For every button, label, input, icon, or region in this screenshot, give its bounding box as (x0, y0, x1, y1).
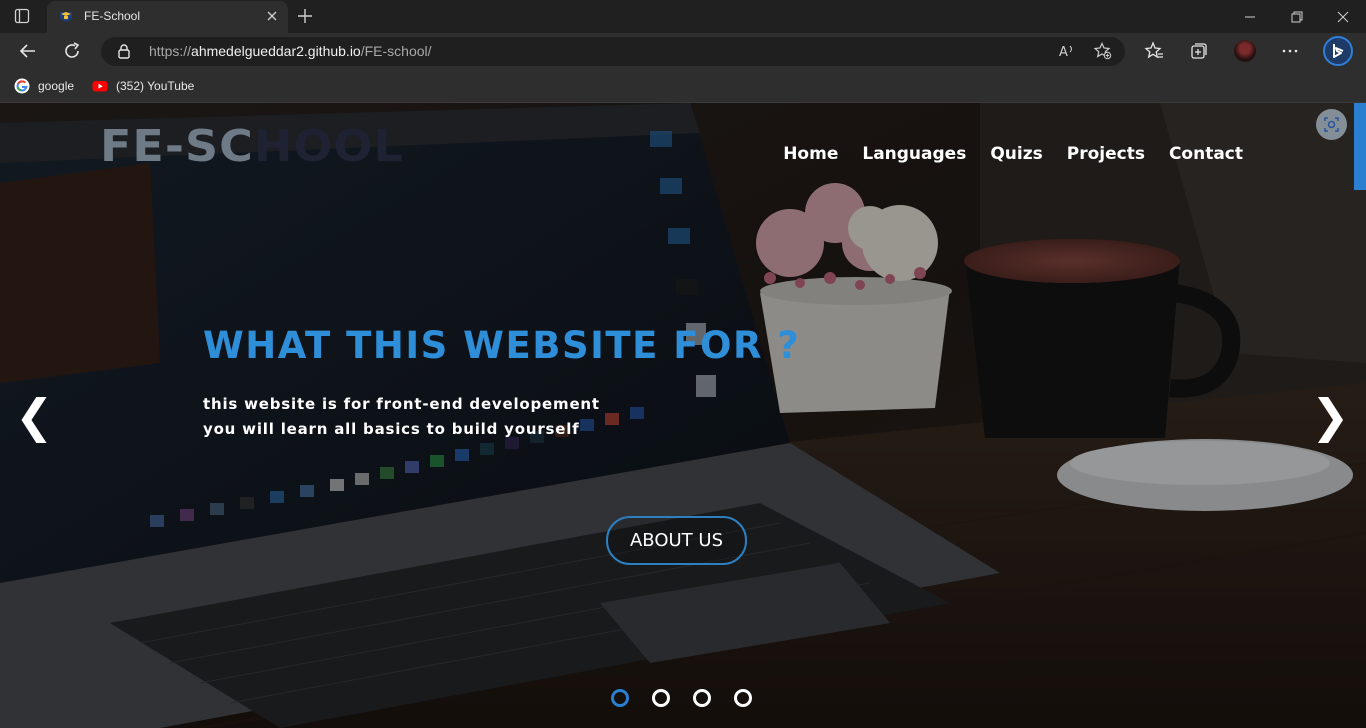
back-arrow-icon[interactable] (18, 41, 38, 61)
bookmark-google[interactable]: google (14, 77, 74, 95)
address-bar[interactable]: https://ahmedelgueddar2.github.io/FE-sch… (101, 37, 1125, 66)
youtube-icon (92, 81, 108, 92)
browser-tab-active[interactable]: FE-School (47, 1, 288, 33)
profile-avatar[interactable] (1234, 40, 1256, 62)
main-nav: Home Languages Quizs Projects Contact (783, 144, 1243, 164)
carousel-dot[interactable] (652, 689, 670, 707)
browser-tab-bar: FE-School (0, 0, 1366, 33)
bookmark-label: google (38, 79, 75, 93)
new-tab-icon[interactable] (296, 7, 314, 25)
tab-actions-icon[interactable] (14, 8, 30, 24)
add-favorite-icon[interactable] (1094, 42, 1112, 60)
browser-toolbar: https://ahmedelgueddar2.github.io/FE-sch… (0, 33, 1366, 70)
nav-projects[interactable]: Projects (1067, 144, 1145, 164)
refresh-icon[interactable] (62, 41, 82, 61)
hero-title: WHAT THIS WEBSITE FOR ? (203, 324, 801, 367)
background-overlay (0, 103, 1366, 728)
url-path: /FE-school/ (360, 43, 432, 59)
logo-part-1: FE-SC (100, 120, 254, 172)
google-icon (14, 78, 30, 94)
restore-icon[interactable] (1289, 9, 1305, 25)
carousel-dot[interactable] (693, 689, 711, 707)
visual-search-icon (1324, 117, 1339, 132)
tab-title: FE-School (84, 9, 141, 23)
favorites-icon[interactable] (1144, 41, 1164, 61)
close-window-icon[interactable] (1335, 9, 1351, 25)
hero-text-line-1: this website is for front-end developeme… (203, 395, 600, 413)
more-options-icon[interactable] (1280, 41, 1300, 61)
page-scrollbar[interactable] (1354, 103, 1366, 728)
nav-languages[interactable]: Languages (862, 144, 966, 164)
url-host: ahmedelgueddar2.github.io (191, 43, 361, 59)
nav-home[interactable]: Home (783, 144, 838, 164)
url-text[interactable]: https://ahmedelgueddar2.github.io/FE-sch… (149, 43, 432, 59)
svg-text:A: A (1059, 45, 1068, 60)
carousel-dot[interactable] (611, 689, 629, 707)
carousel-next-arrow[interactable]: ❯ (1311, 393, 1350, 439)
carousel-dot[interactable] (734, 689, 752, 707)
page-viewport: FE-SCHOOL Home Languages Quizs Projects … (0, 103, 1366, 728)
bing-icon (1333, 44, 1344, 58)
nav-quizs[interactable]: Quizs (990, 144, 1042, 164)
collections-icon[interactable] (1189, 41, 1209, 61)
read-aloud-icon[interactable]: A (1058, 42, 1076, 60)
logo-part-2: HOOL (253, 120, 404, 172)
carousel-prev-arrow[interactable]: ❮ (15, 393, 54, 439)
bookmark-label: (352) YouTube (116, 79, 195, 93)
scrollbar-thumb[interactable] (1354, 103, 1366, 190)
hero-text-line-2: you will learn all basics to build yours… (203, 420, 580, 438)
close-tab-icon[interactable] (265, 9, 279, 23)
carousel-indicators (611, 689, 752, 707)
bookmark-youtube[interactable]: (352) YouTube (92, 77, 194, 95)
visual-search-button[interactable] (1316, 109, 1347, 140)
about-us-button[interactable]: ABOUT US (606, 516, 747, 565)
site-logo[interactable]: FE-SCHOOL (100, 122, 404, 170)
nav-contact[interactable]: Contact (1169, 144, 1243, 164)
graduation-cap-icon (60, 12, 72, 22)
bing-chat-button[interactable] (1323, 36, 1353, 66)
bookmarks-bar: google (352) YouTube (0, 70, 1366, 103)
lock-icon[interactable] (116, 43, 132, 59)
url-prefix: https:// (149, 43, 192, 59)
minimize-icon[interactable] (1242, 9, 1258, 25)
